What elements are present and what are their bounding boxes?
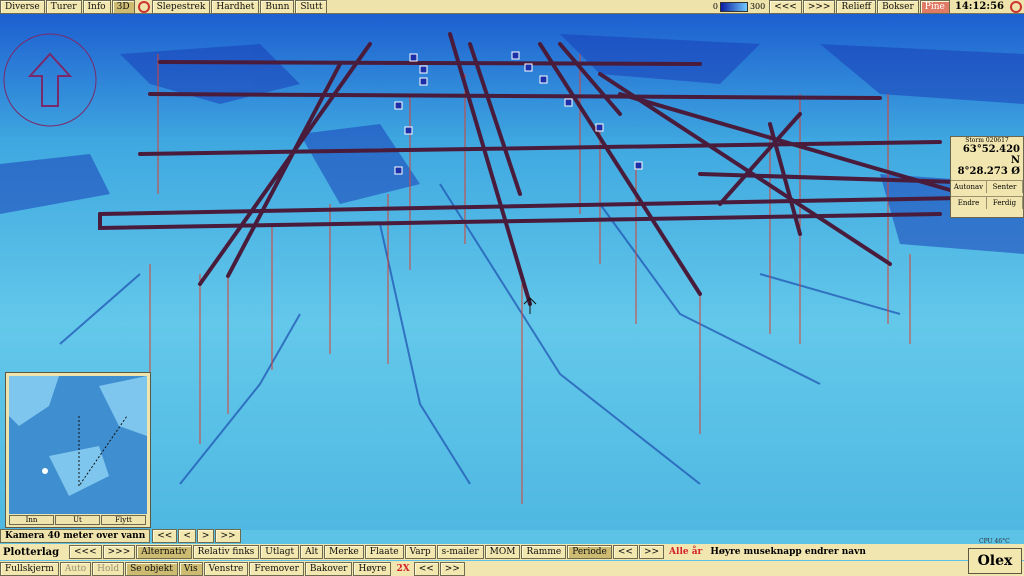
periode-prev[interactable]: << bbox=[612, 545, 638, 559]
camera-next-fast[interactable]: >> bbox=[215, 529, 241, 543]
cpu-temperature: CPU 46°C bbox=[979, 538, 1010, 545]
plotter-prev[interactable]: <<< bbox=[69, 545, 102, 559]
plotter-relativ-finks[interactable]: Relativ finks bbox=[192, 545, 260, 559]
terrain-background bbox=[0, 14, 1024, 530]
auto-button[interactable]: Auto bbox=[59, 561, 92, 576]
camera-bar: Kamera 40 meter over vann << < > >> bbox=[0, 529, 242, 543]
autonav-button[interactable]: Autonav bbox=[951, 181, 987, 193]
se-objekt-button[interactable]: Se objekt bbox=[125, 561, 178, 576]
seabed-3d-view[interactable] bbox=[0, 14, 1024, 530]
menu-slutt[interactable]: Slutt bbox=[295, 0, 328, 14]
plotter-title: Plotterlag bbox=[3, 546, 60, 558]
plotter-periode[interactable]: Periode bbox=[567, 545, 612, 559]
zoom-out-button[interactable]: Ut bbox=[55, 515, 100, 525]
plotter-next[interactable]: >>> bbox=[102, 545, 136, 559]
position-header: Storm 020617 bbox=[965, 137, 1009, 144]
periode-next[interactable]: >> bbox=[638, 545, 665, 559]
depth-gradient bbox=[719, 1, 748, 12]
menu-3d[interactable]: 3D bbox=[111, 0, 135, 14]
ferdig-button[interactable]: Ferdig bbox=[987, 197, 1023, 209]
camera-prev[interactable]: < bbox=[178, 529, 196, 543]
position-panel: Storm 020617 63°52.420 N 8°28.273 Ø Auto… bbox=[950, 136, 1024, 218]
pine-button[interactable]: Pine bbox=[919, 0, 950, 14]
sun-icon[interactable] bbox=[137, 0, 150, 13]
camera-label: Kamera 40 meter over vann bbox=[0, 529, 151, 543]
menu-hardhet[interactable]: Hardhet bbox=[211, 0, 260, 14]
clock: 14:12:56 bbox=[954, 1, 1004, 12]
plotter-ramme[interactable]: Ramme bbox=[521, 545, 567, 559]
settings-gear-icon[interactable] bbox=[1010, 0, 1022, 13]
plotter-varp[interactable]: Varp bbox=[404, 545, 436, 559]
zoom-in-button[interactable]: Inn bbox=[9, 515, 54, 525]
menu-info[interactable]: Info bbox=[82, 0, 111, 14]
depth-scale[interactable]: 0 300 bbox=[713, 1, 765, 12]
relieff-button[interactable]: Relieff bbox=[836, 0, 877, 14]
next-button[interactable]: >>> bbox=[802, 0, 836, 14]
speed-up[interactable]: >> bbox=[439, 561, 465, 576]
longitude: 8°28.273 Ø bbox=[957, 166, 1020, 177]
plotter-mom[interactable]: MOM bbox=[484, 545, 521, 559]
bakover-button[interactable]: Bakover bbox=[304, 561, 353, 576]
menu-bunn[interactable]: Bunn bbox=[260, 0, 295, 14]
plotter-layer-bar: Plotterlag <<< >>> Alternativ Relativ fi… bbox=[0, 544, 1024, 560]
fremover-button[interactable]: Fremover bbox=[249, 561, 304, 576]
venstre-button[interactable]: Venstre bbox=[203, 561, 249, 576]
plotter-s-mailer[interactable]: s-mailer bbox=[436, 545, 484, 559]
olex-logo: Olex bbox=[968, 548, 1022, 574]
overview-map-canvas[interactable] bbox=[9, 376, 147, 514]
plotter-alt[interactable]: Alt bbox=[300, 545, 324, 559]
camera-next[interactable]: > bbox=[196, 529, 215, 543]
top-menu-bar: Diverse Turer Info 3D Slepestrek Hardhet… bbox=[0, 0, 1024, 14]
camera-prev-fast[interactable]: << bbox=[152, 529, 178, 543]
plotter-merke[interactable]: Merke bbox=[324, 545, 364, 559]
plotter-flaate[interactable]: Flaate bbox=[364, 545, 404, 559]
vis-button[interactable]: Vis bbox=[178, 561, 203, 576]
overview-map: Inn Ut Flytt bbox=[5, 372, 151, 528]
plotter-utlagt[interactable]: Utlagt bbox=[260, 545, 300, 559]
menu-diverse[interactable]: Diverse bbox=[0, 0, 45, 14]
menu-slepestrek[interactable]: Slepestrek bbox=[151, 0, 211, 14]
senter-button[interactable]: Senter bbox=[987, 181, 1023, 193]
latitude: 63°52.420 N bbox=[962, 144, 1020, 166]
prev-button[interactable]: <<< bbox=[769, 0, 802, 14]
speed-down[interactable]: << bbox=[413, 561, 439, 576]
plotter-alternativ[interactable]: Alternativ bbox=[136, 545, 192, 559]
bokser-button[interactable]: Bokser bbox=[877, 0, 919, 14]
fullscreen-button[interactable]: Fullskjerm bbox=[0, 561, 59, 576]
endre-button[interactable]: Endre bbox=[951, 197, 987, 209]
hold-button[interactable]: Hold bbox=[92, 561, 125, 576]
move-button[interactable]: Flytt bbox=[101, 515, 146, 525]
view-control-bar: Fullskjerm Auto Hold Se objekt Vis Venst… bbox=[0, 561, 1024, 576]
hoyre-button[interactable]: Høyre bbox=[353, 561, 392, 576]
plotter-hint: Høyre museknapp endrer navn bbox=[710, 547, 866, 557]
year-filter: Alle år bbox=[669, 547, 703, 557]
speed-indicator: 2X bbox=[396, 563, 410, 574]
menu-turer[interactable]: Turer bbox=[45, 0, 82, 14]
